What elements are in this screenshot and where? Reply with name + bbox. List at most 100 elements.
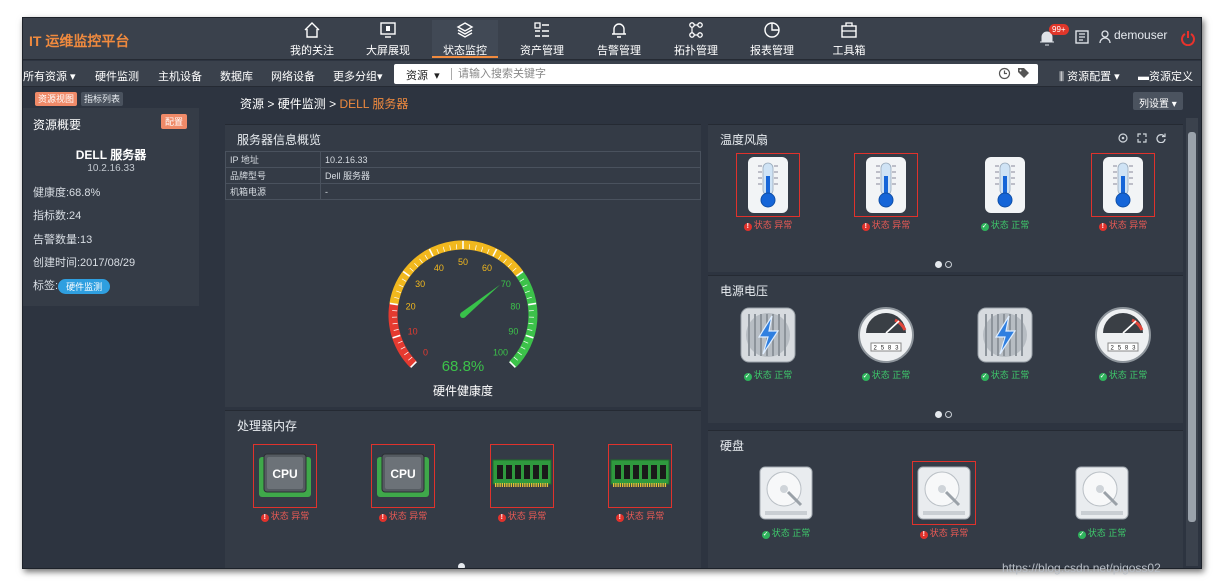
power-voltage-icon-box: [736, 303, 800, 367]
temperature-fan-item[interactable]: ! 状态 异常: [1091, 153, 1155, 231]
processor-memory-icon-box: CPU: [371, 444, 435, 508]
panel-title: 温度风扇: [720, 133, 769, 147]
pager-dot[interactable]: [945, 411, 952, 418]
nav-asset-management[interactable]: 资产管理: [509, 20, 575, 58]
table-row: IP 地址 10.2.16.33: [225, 151, 701, 168]
gauge-hub: [460, 312, 466, 318]
resource-define-button[interactable]: ▬资源定义: [1138, 68, 1193, 84]
tag-hardware[interactable]: 硬件监测: [58, 278, 111, 294]
config-button[interactable]: 配置: [161, 114, 188, 129]
home-icon: [304, 22, 320, 38]
gauge-tick-label: 60: [482, 263, 492, 273]
refresh-icon[interactable]: [1156, 133, 1166, 143]
resource-config-menu[interactable]: ⫼ 资源配置 ▾: [1059, 68, 1120, 84]
power-voltage-item[interactable]: 2 5 8 3 ✓ 状态 正常: [1091, 303, 1155, 381]
status-text: 状态 正常: [753, 370, 793, 380]
device-ip: 10.2.16.33: [87, 163, 135, 174]
book-icon[interactable]: [1075, 30, 1089, 44]
status-label: ! 状态 异常: [736, 218, 800, 231]
nav-label: 资产管理: [520, 45, 564, 57]
search-type-select[interactable]: 资源 ▾: [406, 67, 440, 83]
pager-dot[interactable]: [945, 261, 952, 268]
temperature-fan-item[interactable]: ✓ 状态 正常: [973, 153, 1037, 231]
processor-memory-item[interactable]: CPU! 状态 异常: [371, 444, 435, 522]
thermometer-icon: [748, 157, 788, 213]
processor-memory-item[interactable]: ! 状态 异常: [490, 444, 554, 522]
temperature-fan-icon-box: [854, 153, 918, 217]
info-key: IP 地址: [225, 151, 321, 168]
category-more-groups[interactable]: 更多分组▾: [333, 68, 383, 84]
tab-metric-list[interactable]: 指标列表: [81, 92, 124, 106]
power-voltage-icon-box: 2 5 8 3: [854, 303, 918, 367]
nav-status-monitor[interactable]: 状态监控: [432, 20, 498, 58]
nav-topology-management[interactable]: 拓扑管理: [663, 20, 729, 58]
top-navbar: IT 运维监控平台 我的关注 大屏展现 状态监控 资产管理 告警管理 拓扑管理 …: [23, 18, 1201, 60]
temperature-fan-item[interactable]: ! 状态 异常: [854, 153, 918, 231]
nav-my-focus[interactable]: 我的关注: [279, 20, 345, 58]
tag-icon[interactable]: [1017, 67, 1030, 80]
gauge-value: 68.8%: [442, 358, 485, 375]
memory-module-icon: [492, 459, 552, 487]
power-off-icon[interactable]: [1180, 30, 1196, 46]
temperature-fan-icon-box: [1091, 153, 1155, 217]
panel-title: 电源电压: [720, 284, 769, 298]
category-host[interactable]: 主机设备: [158, 68, 202, 84]
gauge-band: [509, 271, 538, 368]
status-label: ✓ 状态 正常: [754, 526, 818, 539]
processor-memory-item[interactable]: ! 状态 异常: [608, 444, 672, 522]
disk-icon-box: [754, 461, 818, 525]
scrollbar-thumb[interactable]: [1188, 132, 1196, 522]
category-hardware[interactable]: 硬件监测: [95, 68, 139, 84]
breadcrumb-current: DELL 服务器: [339, 97, 409, 111]
thermometer-icon: [985, 157, 1025, 213]
status-text: 状态 正常: [990, 370, 1030, 380]
brand-logo[interactable]: IT 运维监控平台: [29, 31, 129, 51]
nav-alarm-management[interactable]: 告警管理: [586, 20, 652, 58]
pager-dot-active[interactable]: [935, 261, 942, 268]
disk-item[interactable]: ✓ 状态 正常: [1070, 461, 1134, 539]
check-circle-icon: ✓: [861, 373, 870, 381]
power-voltage-item[interactable]: ✓ 状态 正常: [736, 303, 800, 381]
nav-big-screen[interactable]: 大屏展现: [355, 20, 421, 58]
username[interactable]: demouser: [1114, 28, 1167, 48]
disk-icon-box: [912, 461, 976, 525]
category-network[interactable]: 网络设备: [271, 68, 315, 84]
pager-dot-active[interactable]: [458, 563, 465, 568]
power-voltage-icon-box: 2 5 8 3: [1091, 303, 1155, 367]
expand-icon[interactable]: [1137, 133, 1147, 143]
target-icon[interactable]: [1118, 133, 1128, 143]
status-label: ✓ 状态 正常: [1070, 526, 1134, 539]
tab-resource-view[interactable]: 资源视图: [35, 92, 78, 106]
status-label: ✓ 状态 正常: [736, 368, 800, 381]
category-all-resources[interactable]: 所有资源 ▾: [23, 68, 76, 84]
power-voltage-item[interactable]: 2 5 8 3 ✓ 状态 正常: [854, 303, 918, 381]
nav-toolbox[interactable]: 工具箱: [816, 20, 882, 58]
disk-item[interactable]: ✓ 状态 正常: [754, 461, 818, 539]
gauge-tick-label: 70: [501, 279, 511, 289]
breadcrumb-root[interactable]: 资源: [240, 97, 264, 111]
gauge-tick-label: 0: [423, 347, 428, 357]
vertical-scrollbar[interactable]: [1186, 118, 1198, 566]
check-circle-icon: ✓: [1098, 373, 1107, 381]
watermark-text: https://blog.csdn.net/pigoss02: [1002, 561, 1161, 575]
column-settings-button[interactable]: 列设置 ▾: [1133, 92, 1183, 110]
pager-dot-active[interactable]: [935, 411, 942, 418]
hard-disk-icon: [917, 466, 971, 520]
clock-icon[interactable]: [998, 67, 1011, 80]
nav-label: 工具箱: [832, 45, 866, 57]
pie-chart-icon: [764, 22, 780, 38]
power-voltage-item[interactable]: ✓ 状态 正常: [973, 303, 1037, 381]
power-voltage-panel: 电源电压 ✓ 状态 正常 2 5 8 3 ✓ 状态 正常 ✓ 状态 正常 2 5 8 3…: [708, 275, 1183, 423]
nav-report-management[interactable]: 报表管理: [739, 20, 805, 58]
breadcrumb-level1[interactable]: 硬件监测: [278, 97, 326, 111]
disk-item[interactable]: ! 状态 异常: [912, 461, 976, 539]
category-database[interactable]: 数据库: [220, 68, 253, 84]
processor-memory-item[interactable]: CPU! 状态 异常: [253, 444, 317, 522]
notification-count-badge: 99+: [1049, 24, 1069, 35]
status-text: 状态 异常: [871, 220, 911, 230]
layers-icon: [456, 22, 474, 38]
search-input[interactable]: [458, 65, 958, 83]
temperature-fan-item[interactable]: ! 状态 异常: [736, 153, 800, 231]
gauge-tick-label: 20: [406, 302, 416, 312]
health-gauge: 0 10 20 30 40 50 60 70 80 90 100 68.8% 硬件健康度: [388, 240, 538, 398]
